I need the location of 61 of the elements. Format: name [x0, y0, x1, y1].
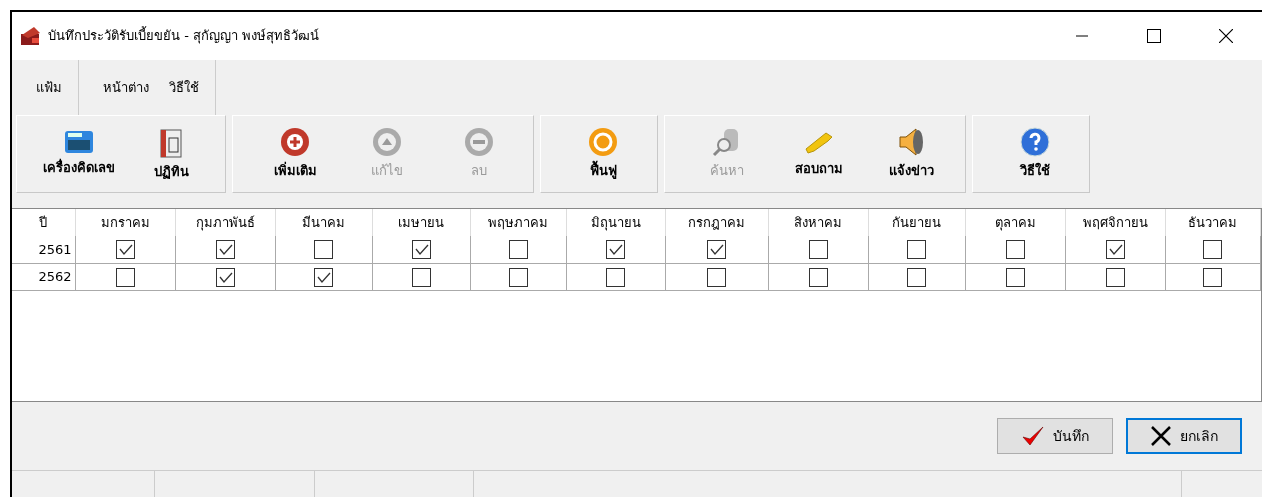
column-header: พฤศจิกายน	[1065, 209, 1165, 236]
column-header: กันยายน	[868, 209, 965, 236]
column-header: เมษายน	[372, 209, 470, 236]
calculator-icon	[64, 130, 94, 155]
checkbox[interactable]	[707, 267, 726, 287]
checkbox[interactable]	[411, 267, 431, 287]
table-cell: 2561	[12, 236, 75, 263]
toolbar-button[interactable]: ปฏิทิน	[125, 116, 217, 192]
toolbar-button[interactable]: สอบถาม	[773, 116, 865, 192]
checkbox[interactable]	[411, 240, 431, 260]
checkmark-icon	[1021, 425, 1045, 447]
column-header: มีนาคม	[275, 209, 372, 236]
toolbar-button[interactable]: แจ้งข่าว	[865, 116, 957, 192]
checkbox[interactable]	[1105, 267, 1125, 287]
window-title: บันทึกประวัติรับเบี้ยขยัน - สุกัญญา พงษ์สุทธิวัฒน์	[48, 26, 321, 46]
checkbox[interactable]	[115, 267, 135, 287]
column-header: พฤษภาคม	[470, 209, 566, 236]
checkbox[interactable]	[314, 240, 333, 260]
checkbox[interactable]	[1105, 240, 1125, 260]
checkbox[interactable]	[1005, 240, 1025, 260]
checkbox[interactable]	[907, 267, 926, 287]
checkbox[interactable]	[215, 267, 235, 287]
speaker-icon	[898, 127, 924, 158]
minus-icon	[464, 127, 494, 158]
column-header: มิถุนายน	[566, 209, 665, 236]
refresh-icon	[588, 127, 618, 158]
column-header: ธันวาคม	[1165, 209, 1261, 236]
column-header: ตุลาคม	[965, 209, 1065, 236]
table-cell: 2562	[12, 263, 75, 290]
dialog-button[interactable]: ยกเลิก	[1126, 418, 1242, 454]
checkbox[interactable]	[508, 267, 528, 287]
checkbox[interactable]	[808, 240, 828, 260]
checkbox[interactable]	[606, 267, 625, 287]
checkbox[interactable]	[907, 240, 926, 260]
plus-icon	[280, 127, 310, 158]
help-icon	[1020, 127, 1050, 158]
app-icon	[20, 26, 42, 46]
column-header: กุมภาพันธ์	[175, 209, 275, 236]
checkbox[interactable]	[808, 267, 828, 287]
menu-item[interactable]: วิธีใช้	[169, 77, 199, 98]
menu-item[interactable]: แฟ้ม	[36, 77, 62, 98]
checkbox[interactable]	[314, 267, 333, 287]
column-header: กรกฎาคม	[665, 209, 768, 236]
checkbox[interactable]	[115, 240, 135, 260]
close-icon	[1150, 425, 1172, 447]
checkbox[interactable]	[508, 240, 528, 260]
checkbox[interactable]	[606, 240, 625, 260]
toolbar-button[interactable]: เครื่องคิดเลข	[33, 116, 125, 192]
checkbox[interactable]	[1203, 267, 1223, 287]
checkbox[interactable]	[1005, 267, 1025, 287]
column-header: มกราคม	[75, 209, 175, 236]
menu-item[interactable]: หน้าต่าง	[103, 77, 149, 98]
checkbox[interactable]	[215, 240, 235, 260]
checkbox[interactable]	[1203, 240, 1223, 260]
column-header: ปี	[12, 209, 75, 236]
close-icon[interactable]	[1219, 29, 1233, 43]
checkbox[interactable]	[707, 240, 726, 260]
toolbar-button[interactable]: เพิ่มเติม	[249, 116, 341, 192]
dialog-button[interactable]: บันทึก	[997, 418, 1113, 454]
maximize-icon[interactable]	[1147, 29, 1161, 43]
column-header: สิงหาคม	[768, 209, 868, 236]
